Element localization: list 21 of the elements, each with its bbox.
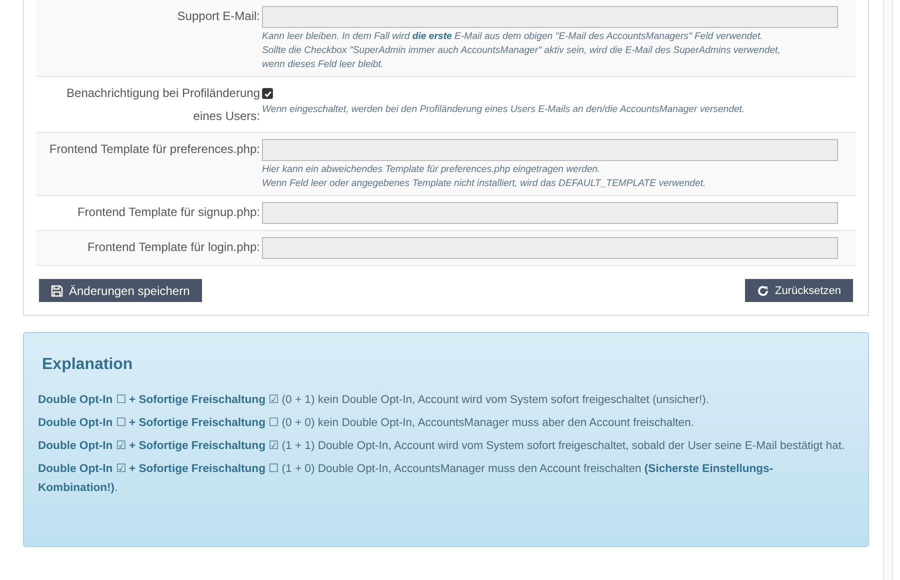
field-label: Frontend Template für preferences.php: xyxy=(48,141,261,158)
reset-button[interactable]: Zurücksetzen xyxy=(744,279,853,302)
save-button[interactable]: Änderungen speichern xyxy=(39,279,202,302)
help-text: Kann leer bleiben. In dem Fall wird die erste E-Mail aus dem obigen "E-Mail des AccountsManagers" Feld verwendet. Sollte die Checkbox "SuperAdmin immer auch AccountsManager" aktiv sein, wird die E-Mail des SuperAdmins verwendet, wenn dieses Feld leer bleibt. xyxy=(262,30,782,72)
checkbox[interactable] xyxy=(262,88,273,99)
input-field[interactable] xyxy=(262,237,838,259)
field-label: Frontend Template für login.php: xyxy=(86,239,261,256)
input-field[interactable] xyxy=(262,202,838,224)
field-label: Frontend Template für signup.php: xyxy=(76,204,261,221)
explanation-text: Double Opt-In ☑ + Sofortige Freischaltung ☐ (1 + 0) Double Opt-In, AccountsManager muss den Account freischalten (Sicherste Einstellungs-Kombination!). xyxy=(38,462,774,496)
field-label: Benachrichtigung bei Profiländerung eines Users: xyxy=(66,85,261,125)
refresh-icon xyxy=(756,284,769,296)
help-text: Hier kann ein abweichendes Template für preferences.php eingetragen werden. Wenn Feld leer oder angegebenes Template nicht installiert, wird das DEFAULT_TEMPLATE verwendet. xyxy=(262,163,707,191)
explanation-title: Explanation xyxy=(41,355,134,375)
explanation-text: Double Opt-In ☐ + Sofortige Freischaltung ☐ (0 + 0) kein Double Opt-In, AccountsManager muss aber den Account freischalten. xyxy=(38,416,696,431)
input-field[interactable] xyxy=(262,139,838,161)
field-label: Support E-Mail: xyxy=(176,8,261,25)
explanation-text: Double Opt-In ☐ + Sofortige Freischaltung ☑ (0 + 1) kein Double Opt-In, Account wird vom System sofort freigeschaltet (unsicher!). xyxy=(38,393,710,408)
input-field[interactable] xyxy=(262,6,838,28)
explanation-text: Double Opt-In ☑ + Sofortige Freischaltung ☑ (1 + 1) Double Opt-In, Account wird vom System sofort freigeschaltet, sobald der User seine E-Mail bestätigt hat. xyxy=(38,439,846,454)
help-text: Wenn eingeschaltet, werden bei den Profiländerung eines Users E-Mails an den/die AccountsManager versendet. xyxy=(262,102,746,116)
